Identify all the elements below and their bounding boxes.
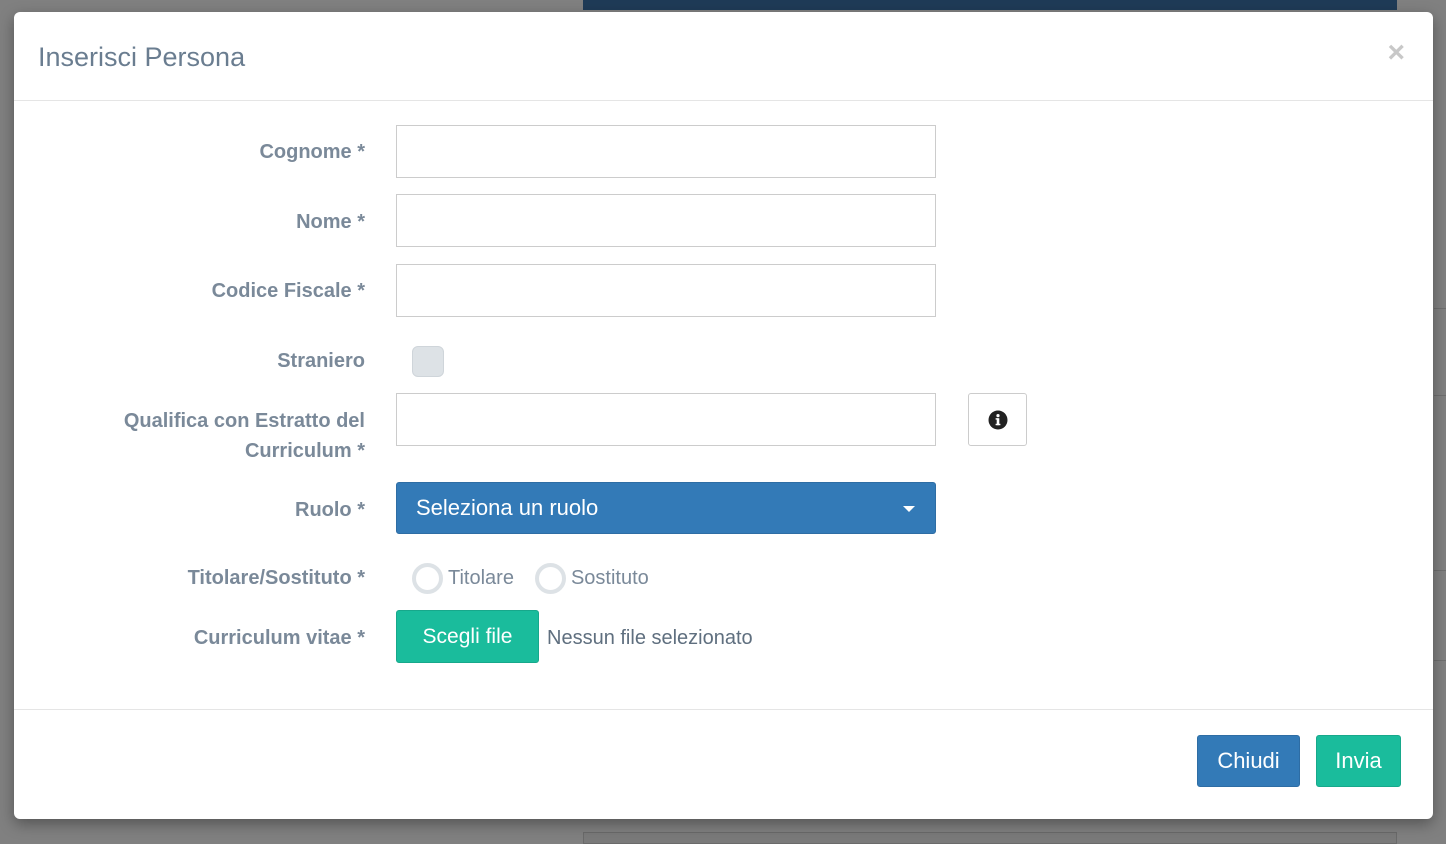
- background-divider: [1434, 395, 1446, 396]
- qualifica-label-line1: Qualifica con Estratto del: [123, 410, 365, 432]
- background-divider: [1434, 308, 1446, 309]
- qualifica-label-line2: Curriculum *: [244, 440, 365, 462]
- nome-input[interactable]: [396, 194, 936, 247]
- codice-fiscale-input[interactable]: [396, 264, 936, 317]
- ruolo-select[interactable]: Seleziona un ruolo: [396, 482, 936, 534]
- choose-file-button[interactable]: Scegli file: [396, 610, 539, 663]
- titolare-sostituto-radio-group: Titolare Sostituto: [412, 562, 649, 594]
- ruolo-selected-text: Seleziona un ruolo: [416, 495, 599, 520]
- background-divider: [1434, 660, 1446, 661]
- qualifica-input[interactable]: [396, 393, 936, 446]
- caret-down-icon: [903, 506, 915, 512]
- titolare-radio-label: Titolare: [448, 567, 514, 589]
- modal-title: Inserisci Persona: [38, 42, 246, 72]
- codice-fiscale-label: Codice Fiscale *: [211, 280, 365, 302]
- background-header-bar: [583, 0, 1397, 10]
- close-icon[interactable]: ×: [1387, 36, 1405, 70]
- curriculum-label: Curriculum vitae *: [193, 627, 365, 649]
- sostituto-radio[interactable]: [534, 562, 566, 594]
- qualifica-info-button[interactable]: [968, 393, 1027, 446]
- submit-button[interactable]: Invia: [1316, 735, 1401, 787]
- insert-person-modal: Inserisci Persona × Cognome * Nome * Cod…: [14, 12, 1433, 819]
- close-button[interactable]: Chiudi: [1197, 735, 1300, 787]
- nome-label: Nome *: [296, 211, 365, 233]
- titolare-sostituto-label: Titolare/Sostituto *: [187, 567, 365, 589]
- info-circle-icon: [988, 410, 1007, 429]
- ruolo-label: Ruolo *: [295, 499, 365, 521]
- titolare-radio[interactable]: [412, 562, 443, 594]
- sostituto-radio-label: Sostituto: [570, 567, 649, 589]
- cognome-label: Cognome *: [259, 141, 365, 163]
- background-panel: [583, 832, 1397, 844]
- file-status-text: Nessun file selezionato: [547, 627, 753, 649]
- modal-footer: Chiudi Invia: [14, 709, 1433, 819]
- straniero-label: Straniero: [277, 350, 365, 372]
- straniero-checkbox[interactable]: [412, 346, 444, 377]
- modal-header: Inserisci Persona ×: [14, 12, 1433, 101]
- background-divider: [1434, 570, 1446, 571]
- cognome-input[interactable]: [396, 125, 936, 178]
